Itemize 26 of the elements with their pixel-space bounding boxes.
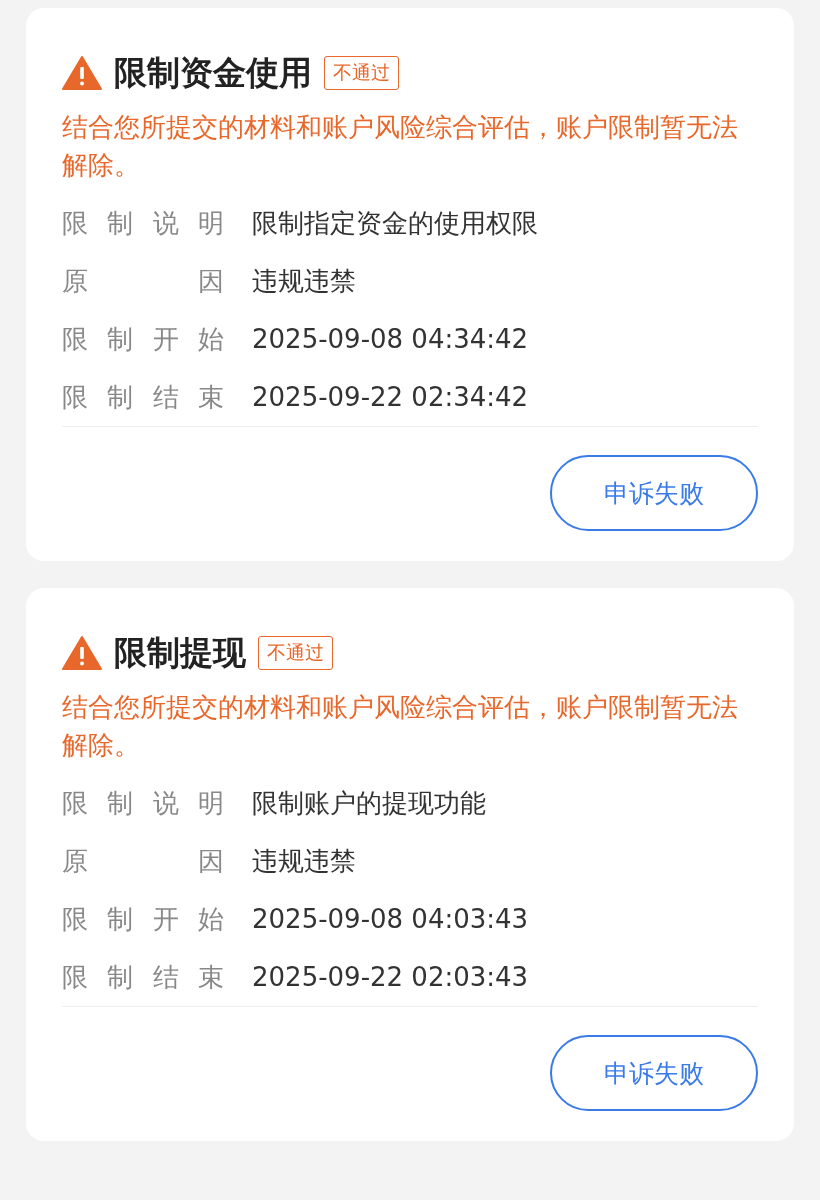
card-title: 限制资金使用 <box>114 51 312 94</box>
status-tag: 不通过 <box>324 56 399 90</box>
field-value: 限制账户的提现功能 <box>252 786 486 820</box>
field-label: 限制说明 <box>62 206 224 240</box>
field-value: 2025-09-22 02:34:42 <box>252 382 529 412</box>
field-label: 原因 <box>62 844 224 878</box>
warning-icon <box>62 56 102 90</box>
status-tag: 不通过 <box>258 636 333 670</box>
description-text: 结合您所提交的材料和账户风险综合评估，账户限制暂无法解除。 <box>62 111 739 182</box>
warning-icon <box>62 636 102 670</box>
field-label: 限制说明 <box>62 786 224 820</box>
description-text: 结合您所提交的材料和账户风险综合评估，账户限制暂无法解除。 <box>62 691 739 762</box>
appeal-button[interactable]: 申诉失败 <box>550 455 758 531</box>
field-value: 违规违禁 <box>252 264 356 298</box>
field-label: 限制开始 <box>62 322 224 356</box>
field-value: 2025-09-08 04:03:43 <box>252 904 529 934</box>
field-value: 2025-09-22 02:03:43 <box>252 962 529 992</box>
field-label: 限制结束 <box>62 380 224 414</box>
appeal-button[interactable]: 申诉失败 <box>550 1035 758 1111</box>
field-label: 限制结束 <box>62 960 224 994</box>
field-value: 违规违禁 <box>252 844 356 878</box>
field-value: 限制指定资金的使用权限 <box>252 206 538 240</box>
field-label: 限制开始 <box>62 902 224 936</box>
field-value: 2025-09-08 04:34:42 <box>252 324 529 354</box>
field-label: 原因 <box>62 264 224 298</box>
card-title: 限制提现 <box>114 631 246 674</box>
